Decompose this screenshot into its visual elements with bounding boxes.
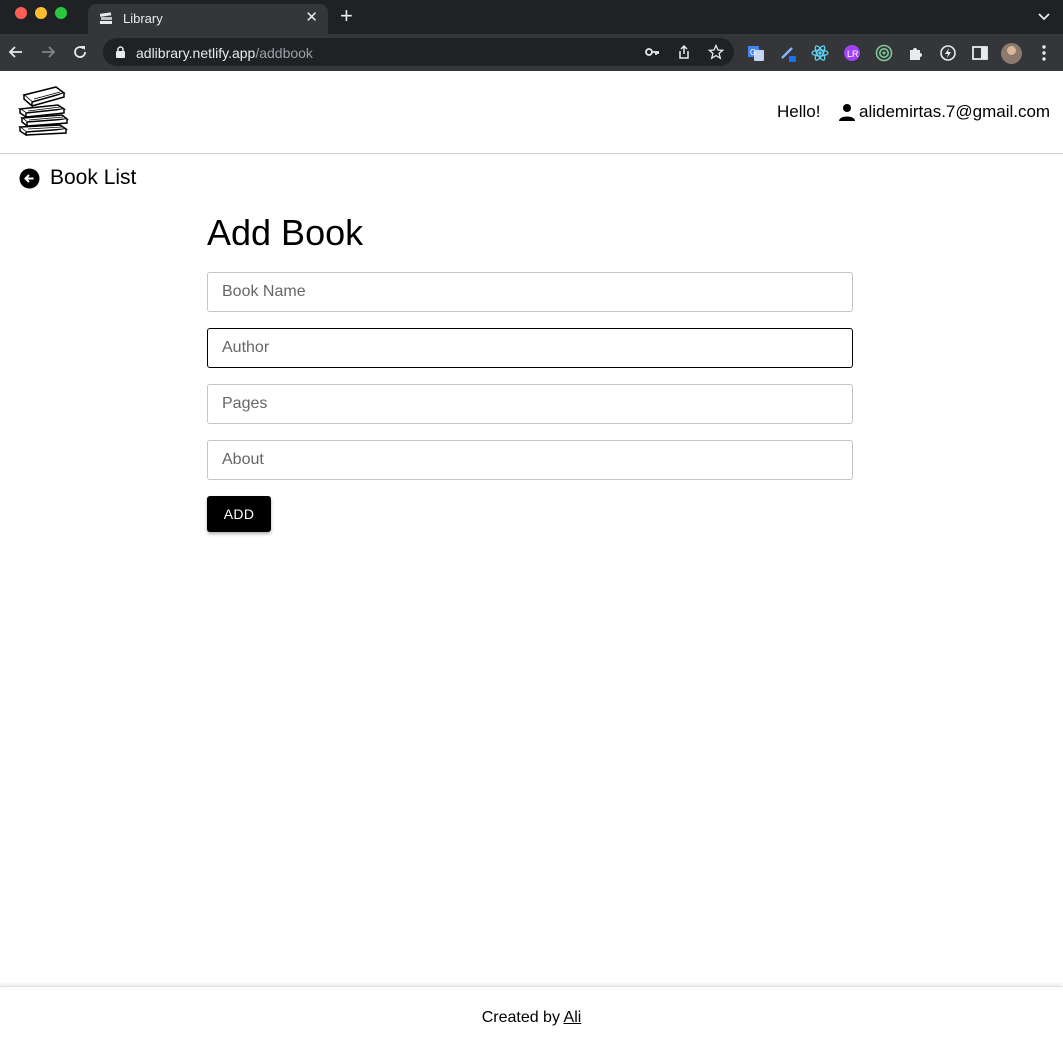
- add-book-button[interactable]: ADD: [207, 496, 271, 532]
- key-icon[interactable]: [644, 44, 660, 60]
- window-maximize-button[interactable]: [55, 7, 67, 19]
- side-panel-icon[interactable]: [971, 44, 989, 62]
- browser-menu-icon[interactable]: [1041, 44, 1047, 62]
- translate-extension-icon[interactable]: G: [747, 44, 765, 62]
- bookmark-star-icon[interactable]: [708, 44, 724, 60]
- books-logo-icon[interactable]: [16, 85, 70, 139]
- user-email: alidemirtas.7@gmail.com: [859, 102, 1051, 121]
- lock-icon: [116, 46, 125, 58]
- greeting-text: Hello!: [777, 102, 821, 121]
- tab-title: Library: [123, 11, 163, 26]
- svg-text:G: G: [750, 48, 756, 57]
- about-input[interactable]: [207, 440, 853, 480]
- window-minimize-button[interactable]: [35, 7, 47, 19]
- footer-prefix: Created by: [481, 1009, 560, 1026]
- footer-credit: Created by Ali: [0, 1009, 1063, 1027]
- books-favicon-icon: [99, 12, 112, 24]
- redux-extension-icon[interactable]: LR: [843, 44, 861, 62]
- window-close-button[interactable]: [15, 7, 27, 19]
- browser-tab-bar: Library ✕ +: [0, 0, 1063, 34]
- share-icon[interactable]: [676, 44, 692, 60]
- extensions-puzzle-icon[interactable]: [907, 44, 925, 62]
- author-input[interactable]: [207, 328, 853, 368]
- pages-input[interactable]: [207, 384, 853, 424]
- url-text: adlibrary.netlify.app/addbook: [136, 45, 313, 61]
- footer: Created by Ali: [0, 986, 1063, 1041]
- sync-extension-icon[interactable]: [939, 44, 957, 62]
- tab-search-chevron-icon[interactable]: [1037, 9, 1051, 23]
- reload-icon[interactable]: [71, 43, 89, 61]
- address-bar[interactable]: adlibrary.netlify.app/addbook: [103, 38, 734, 66]
- forward-arrow-icon[interactable]: [39, 43, 57, 61]
- url-path: /addbook: [255, 45, 313, 61]
- book-name-input[interactable]: [207, 272, 853, 312]
- react-devtools-icon[interactable]: [811, 44, 829, 62]
- target-extension-icon[interactable]: [875, 44, 893, 62]
- back-circle-arrow-icon: [19, 168, 40, 188]
- browser-tab[interactable]: Library ✕: [88, 4, 328, 34]
- back-link-label: Book List: [50, 166, 137, 189]
- back-arrow-icon[interactable]: [7, 43, 25, 61]
- footer-author-link[interactable]: Ali: [564, 1009, 582, 1026]
- profile-avatar[interactable]: [1001, 43, 1022, 64]
- browser-toolbar: adlibrary.netlify.app/addbook G LR: [0, 34, 1063, 71]
- user-icon: [839, 104, 855, 121]
- app-header: Hello! alidemirtas.7@gmail.com: [0, 71, 1063, 154]
- new-tab-button[interactable]: +: [340, 5, 353, 27]
- page-title: Add Book: [207, 212, 364, 253]
- book-list-back-link[interactable]: Book List: [19, 165, 136, 191]
- url-host: adlibrary.netlify.app: [136, 45, 256, 61]
- svg-text:LR: LR: [847, 49, 859, 59]
- tab-close-icon[interactable]: ✕: [305, 10, 318, 26]
- pen-extension-icon[interactable]: [779, 44, 797, 62]
